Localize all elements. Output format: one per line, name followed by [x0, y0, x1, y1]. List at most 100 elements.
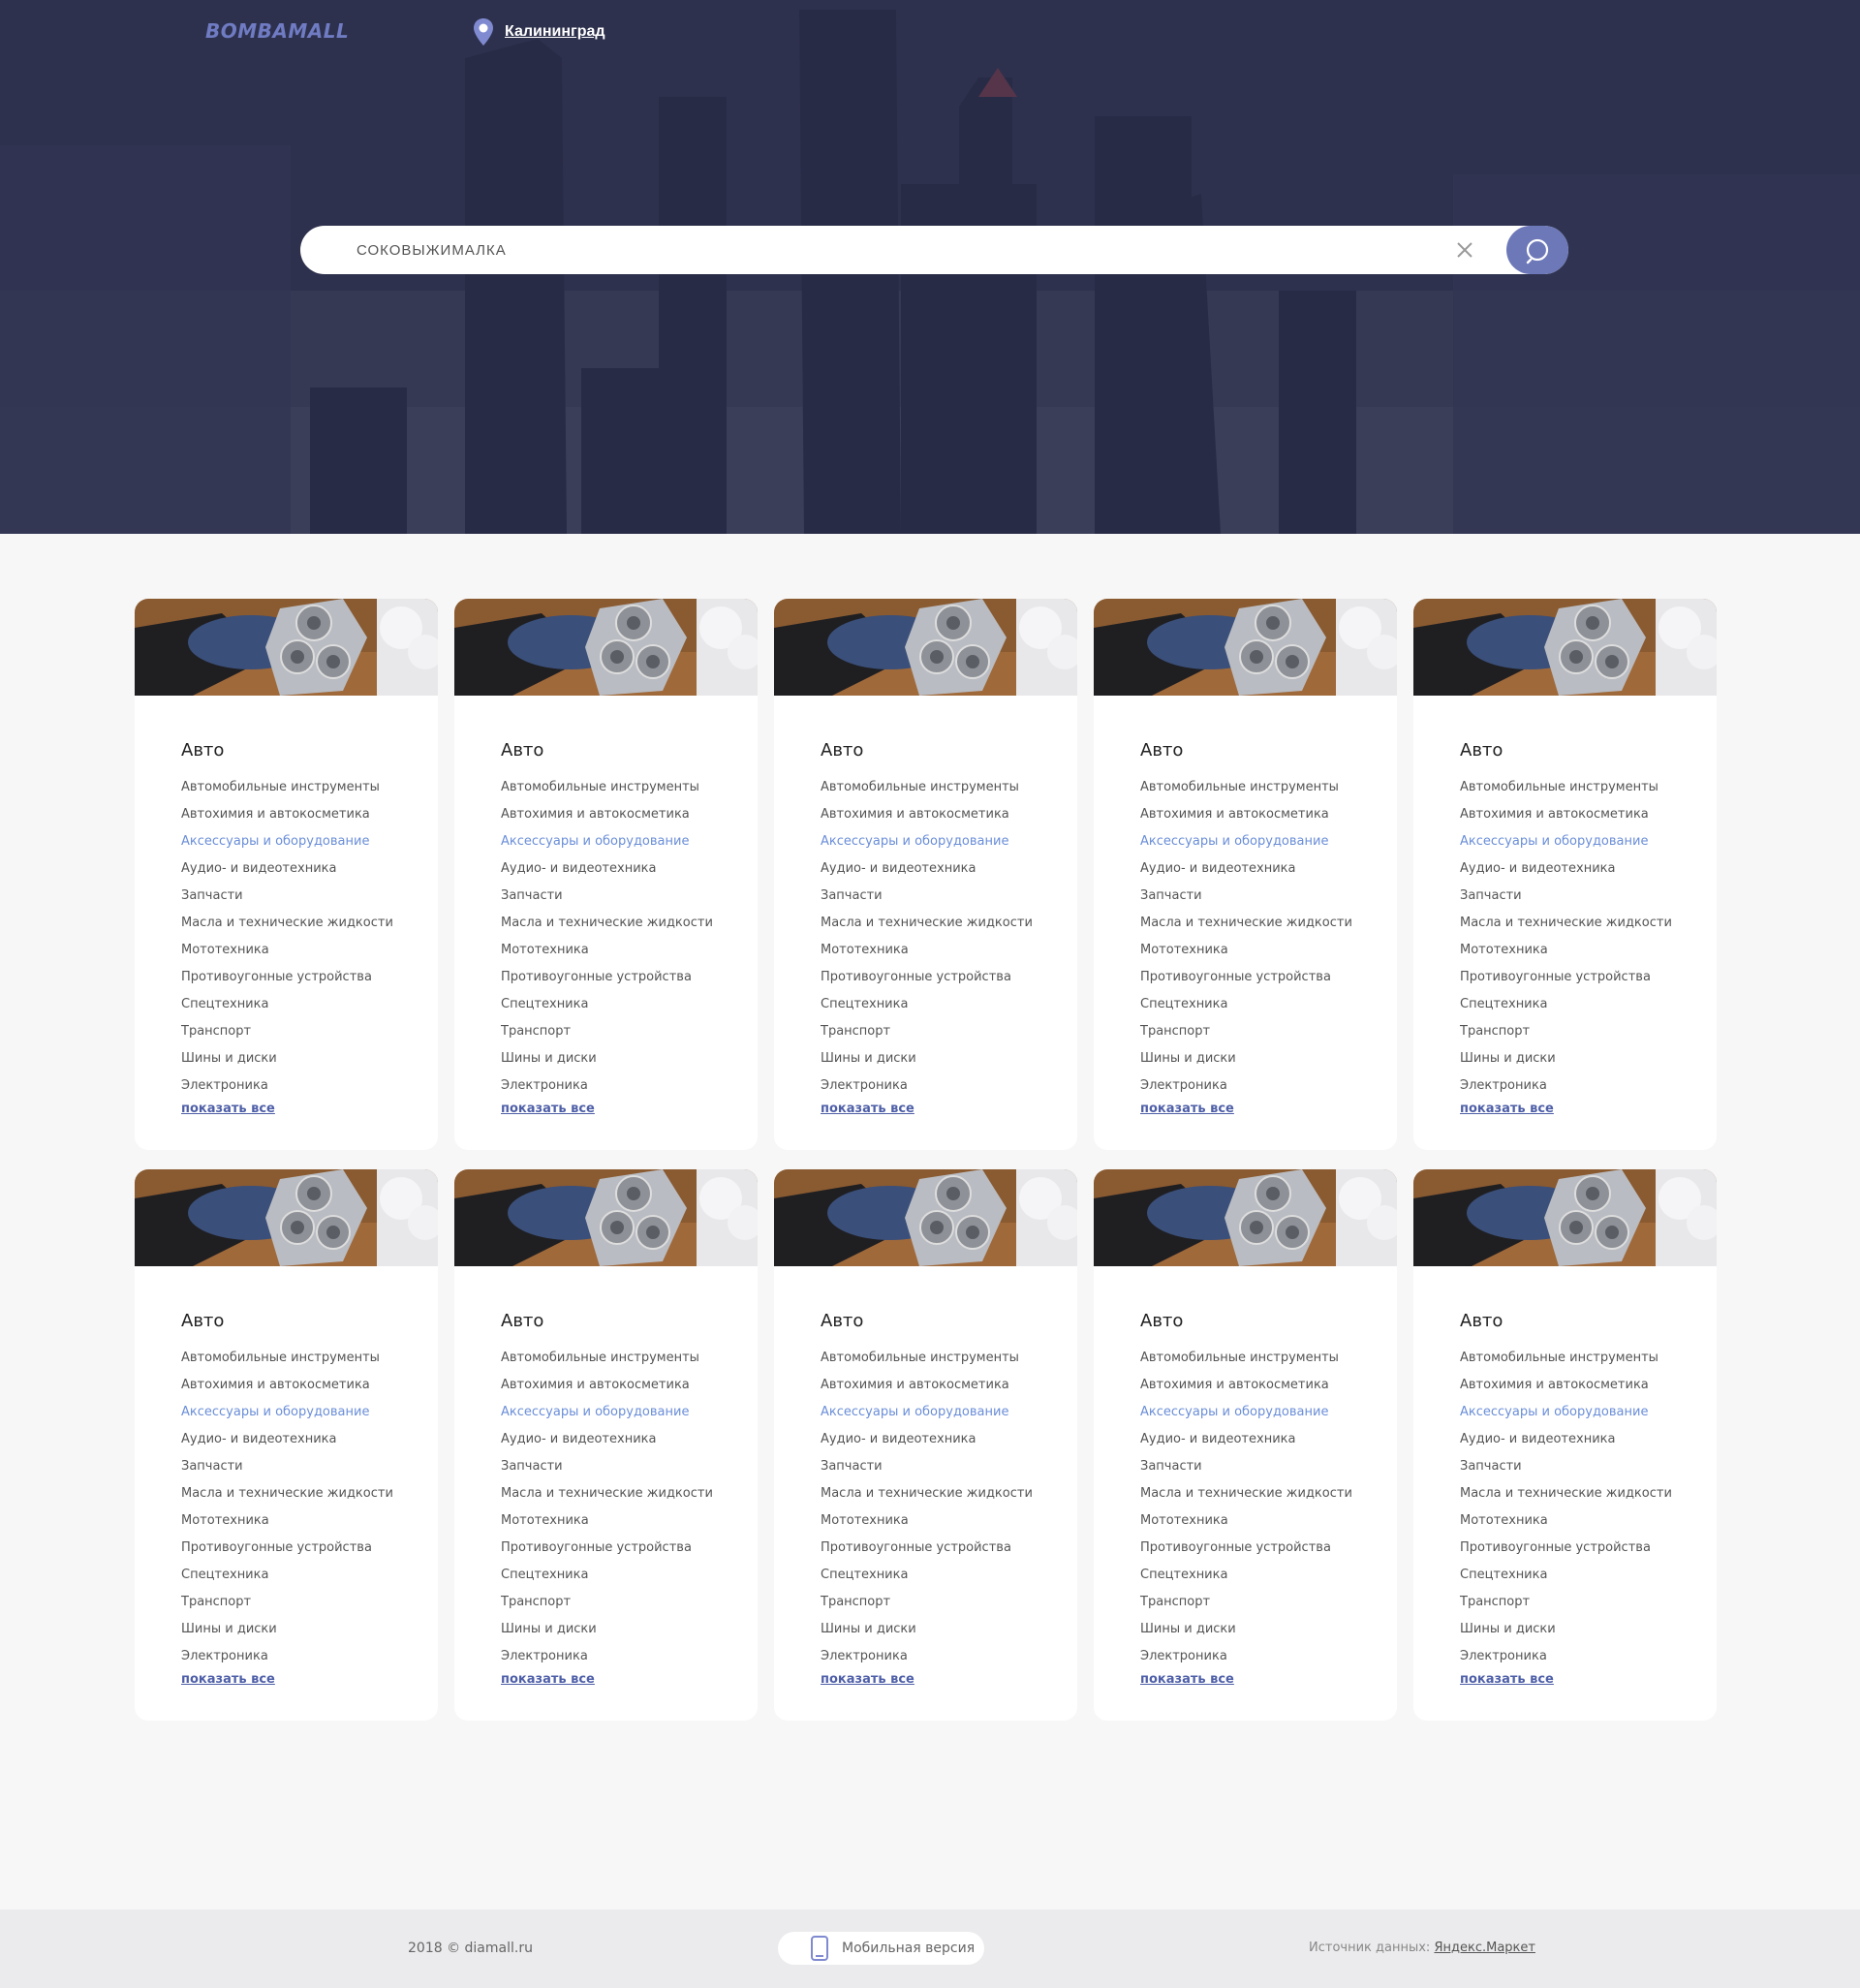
subcategory-item[interactable]: Запчасти — [181, 1453, 438, 1480]
subcategory-item[interactable]: Шины и диски — [181, 1045, 438, 1072]
subcategory-item[interactable]: Мототехника — [181, 937, 438, 964]
search-button[interactable] — [1506, 226, 1568, 274]
subcategory-item[interactable]: Аксессуары и оборудование — [1460, 1399, 1717, 1426]
category-image[interactable] — [135, 1169, 438, 1266]
subcategory-item[interactable]: Масла и технические жидкости — [1460, 1480, 1717, 1507]
subcategory-item[interactable]: Мототехника — [1140, 1507, 1397, 1535]
subcategory-item[interactable]: Противоугонные устройства — [181, 1535, 438, 1562]
subcategory-item[interactable]: Транспорт — [181, 1018, 438, 1045]
subcategory-item[interactable]: Спецтехника — [181, 991, 438, 1018]
subcategory-item[interactable]: Электроника — [821, 1072, 1077, 1100]
subcategory-item[interactable]: Шины и диски — [501, 1616, 758, 1643]
subcategory-item[interactable]: Автомобильные инструменты — [181, 774, 438, 801]
subcategory-item[interactable]: Автохимия и автокосметика — [181, 1372, 438, 1399]
show-all-link[interactable]: показать все — [1460, 1102, 1554, 1116]
category-image[interactable] — [774, 599, 1077, 696]
subcategory-item[interactable]: Мототехника — [821, 1507, 1077, 1535]
subcategory-item[interactable]: Автохимия и автокосметика — [1460, 801, 1717, 828]
subcategory-item[interactable]: Аудио- и видеотехника — [501, 1426, 758, 1453]
subcategory-item[interactable]: Электроника — [181, 1072, 438, 1100]
subcategory-item[interactable]: Масла и технические жидкости — [821, 1480, 1077, 1507]
category-title[interactable]: Авто — [1140, 1311, 1397, 1331]
subcategory-item[interactable]: Противоугонные устройства — [1460, 964, 1717, 991]
category-image[interactable] — [135, 599, 438, 696]
subcategory-item[interactable]: Масла и технические жидкости — [181, 1480, 438, 1507]
category-title[interactable]: Авто — [181, 740, 438, 761]
subcategory-item[interactable]: Автомобильные инструменты — [501, 1345, 758, 1372]
subcategory-item[interactable]: Масла и технические жидкости — [1140, 1480, 1397, 1507]
subcategory-item[interactable]: Шины и диски — [1460, 1616, 1717, 1643]
subcategory-item[interactable]: Автомобильные инструменты — [1140, 774, 1397, 801]
subcategory-item[interactable]: Мототехника — [1460, 937, 1717, 964]
subcategory-item[interactable]: Противоугонные устройства — [181, 964, 438, 991]
subcategory-item[interactable]: Автомобильные инструменты — [501, 774, 758, 801]
subcategory-item[interactable]: Аксессуары и оборудование — [1140, 1399, 1397, 1426]
subcategory-item[interactable]: Спецтехника — [181, 1562, 438, 1589]
subcategory-item[interactable]: Запчасти — [1460, 883, 1717, 910]
subcategory-item[interactable]: Запчасти — [1460, 1453, 1717, 1480]
subcategory-item[interactable]: Запчасти — [1140, 1453, 1397, 1480]
subcategory-item[interactable]: Шины и диски — [181, 1616, 438, 1643]
subcategory-item[interactable]: Спецтехника — [501, 1562, 758, 1589]
subcategory-item[interactable]: Запчасти — [501, 1453, 758, 1480]
subcategory-item[interactable]: Автохимия и автокосметика — [1460, 1372, 1717, 1399]
subcategory-item[interactable]: Мототехника — [501, 937, 758, 964]
show-all-link[interactable]: показать все — [181, 1102, 275, 1116]
subcategory-item[interactable]: Спецтехника — [1140, 991, 1397, 1018]
subcategory-item[interactable]: Спецтехника — [1460, 1562, 1717, 1589]
subcategory-item[interactable]: Транспорт — [501, 1589, 758, 1616]
category-image[interactable] — [1094, 599, 1397, 696]
subcategory-item[interactable]: Масла и технические жидкости — [1460, 910, 1717, 937]
subcategory-item[interactable]: Транспорт — [181, 1589, 438, 1616]
subcategory-item[interactable]: Противоугонные устройства — [821, 964, 1077, 991]
show-all-link[interactable]: показать все — [181, 1672, 275, 1687]
subcategory-item[interactable]: Шины и диски — [1140, 1045, 1397, 1072]
category-image[interactable] — [454, 1169, 758, 1266]
show-all-link[interactable]: показать все — [1460, 1672, 1554, 1687]
subcategory-item[interactable]: Автохимия и автокосметика — [821, 1372, 1077, 1399]
subcategory-item[interactable]: Транспорт — [1140, 1018, 1397, 1045]
category-image[interactable] — [1094, 1169, 1397, 1266]
subcategory-item[interactable]: Спецтехника — [501, 991, 758, 1018]
subcategory-item[interactable]: Запчасти — [501, 883, 758, 910]
subcategory-item[interactable]: Аудио- и видеотехника — [1140, 855, 1397, 883]
subcategory-item[interactable]: Шины и диски — [1460, 1045, 1717, 1072]
category-title[interactable]: Авто — [501, 1311, 758, 1331]
search-input[interactable] — [356, 226, 1422, 274]
subcategory-item[interactable]: Мототехника — [821, 937, 1077, 964]
subcategory-item[interactable]: Аксессуары и оборудование — [501, 828, 758, 855]
subcategory-item[interactable]: Противоугонные устройства — [821, 1535, 1077, 1562]
subcategory-item[interactable]: Электроника — [821, 1643, 1077, 1670]
subcategory-item[interactable]: Запчасти — [821, 883, 1077, 910]
subcategory-item[interactable]: Спецтехника — [1460, 991, 1717, 1018]
category-image[interactable] — [454, 599, 758, 696]
subcategory-item[interactable]: Автохимия и автокосметика — [181, 801, 438, 828]
subcategory-item[interactable]: Аудио- и видеотехника — [181, 1426, 438, 1453]
category-image[interactable] — [1413, 599, 1717, 696]
subcategory-item[interactable]: Автохимия и автокосметика — [1140, 1372, 1397, 1399]
subcategory-item[interactable]: Транспорт — [1460, 1589, 1717, 1616]
subcategory-item[interactable]: Спецтехника — [821, 991, 1077, 1018]
category-image[interactable] — [774, 1169, 1077, 1266]
subcategory-item[interactable]: Аудио- и видеотехника — [1460, 1426, 1717, 1453]
subcategory-item[interactable]: Масла и технические жидкости — [181, 910, 438, 937]
subcategory-item[interactable]: Автомобильные инструменты — [181, 1345, 438, 1372]
subcategory-item[interactable]: Шины и диски — [1140, 1616, 1397, 1643]
subcategory-item[interactable]: Аксессуары и оборудование — [821, 828, 1077, 855]
category-title[interactable]: Авто — [821, 1311, 1077, 1331]
subcategory-item[interactable]: Автомобильные инструменты — [821, 774, 1077, 801]
category-title[interactable]: Авто — [181, 1311, 438, 1331]
subcategory-item[interactable]: Электроника — [1140, 1643, 1397, 1670]
subcategory-item[interactable]: Противоугонные устройства — [1140, 964, 1397, 991]
subcategory-item[interactable]: Транспорт — [1460, 1018, 1717, 1045]
subcategory-item[interactable]: Шины и диски — [501, 1045, 758, 1072]
subcategory-item[interactable]: Автохимия и автокосметика — [501, 1372, 758, 1399]
subcategory-item[interactable]: Автомобильные инструменты — [1460, 774, 1717, 801]
clear-icon[interactable] — [1453, 238, 1476, 262]
subcategory-item[interactable]: Мототехника — [181, 1507, 438, 1535]
subcategory-item[interactable]: Транспорт — [501, 1018, 758, 1045]
subcategory-item[interactable]: Автохимия и автокосметика — [821, 801, 1077, 828]
subcategory-item[interactable]: Противоугонные устройства — [501, 1535, 758, 1562]
subcategory-item[interactable]: Запчасти — [821, 1453, 1077, 1480]
yandex-market-link[interactable]: Яндекс.Маркет — [1434, 1941, 1535, 1955]
